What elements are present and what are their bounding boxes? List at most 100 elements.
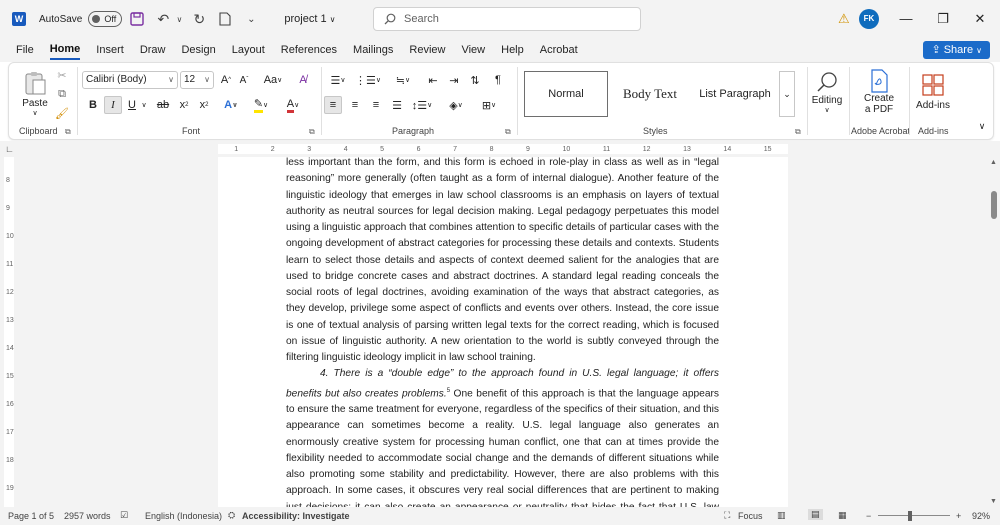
tab-references[interactable]: References — [281, 41, 337, 59]
minimize-icon[interactable]: — — [896, 9, 916, 29]
style-body-text[interactable]: Body Text — [610, 71, 690, 117]
strikethrough-button[interactable]: ab — [155, 96, 171, 114]
styles-launcher-icon[interactable]: ⧉ — [795, 127, 801, 137]
tab-selector-icon[interactable]: ∟ — [5, 144, 14, 154]
show-formatting-icon[interactable]: ¶ — [490, 71, 506, 89]
cut-icon[interactable]: ✂ — [55, 68, 69, 82]
zoom-level[interactable]: 92% — [972, 511, 990, 521]
bullets-icon[interactable]: ☰ ∨ — [327, 71, 349, 89]
scroll-up-icon[interactable]: ▲ — [990, 159, 997, 166]
create-pdf-button[interactable]: Create a PDF — [857, 65, 901, 119]
text-effects-icon[interactable]: A ∨ — [221, 96, 241, 114]
paste-button[interactable]: Paste ∨ — [17, 67, 53, 119]
tab-insert[interactable]: Insert — [96, 41, 124, 59]
tab-draw[interactable]: Draw — [140, 41, 166, 59]
justify-button[interactable]: ☰ — [388, 96, 406, 114]
scroll-thumb[interactable] — [991, 191, 997, 219]
close-icon[interactable]: ✕ — [970, 9, 990, 29]
search-box[interactable]: Search — [373, 7, 641, 31]
decrease-indent-icon[interactable]: ⇤ — [425, 71, 441, 89]
highlight-color-icon[interactable]: ✎ ∨ — [249, 96, 273, 114]
format-painter-icon[interactable]: 🖌 — [55, 106, 69, 120]
zoom-in-icon[interactable]: + — [956, 511, 961, 521]
focus-mode[interactable]: Focus — [738, 511, 763, 521]
borders-icon[interactable]: ⊞ ∨ — [477, 96, 501, 114]
vertical-scrollbar[interactable]: ▲ ▼ — [988, 157, 1000, 507]
proofing-icon[interactable]: ☑ — [120, 510, 128, 521]
save-icon[interactable] — [126, 8, 148, 30]
bold-button[interactable]: B — [85, 96, 101, 114]
word-count[interactable]: 2957 words — [64, 511, 111, 521]
shading-icon[interactable]: ◈ ∨ — [445, 96, 467, 114]
shrink-font-icon[interactable]: Aˇ — [236, 71, 252, 89]
numbering-icon[interactable]: ⋮☰ ∨ — [355, 71, 381, 89]
customize-qat-icon[interactable]: ⌄ — [240, 8, 262, 30]
style-list-paragraph[interactable]: List Paragraph — [692, 71, 778, 117]
styles-more-button[interactable]: ⌄ — [779, 71, 795, 117]
editing-button[interactable]: Editing ∨ — [809, 65, 845, 119]
restore-icon[interactable]: ❐ — [933, 9, 953, 29]
document-page[interactable]: less important than the form, and this f… — [218, 157, 788, 507]
redo-icon[interactable]: ↻ — [188, 8, 210, 30]
tab-home[interactable]: Home — [49, 40, 81, 60]
change-case-icon[interactable]: Aa ∨ — [259, 71, 287, 89]
align-right-button[interactable]: ≡ — [367, 96, 385, 114]
tab-design[interactable]: Design — [181, 41, 215, 59]
template-icon[interactable] — [214, 8, 236, 30]
paragraph-1[interactable]: less important than the form, and this f… — [286, 157, 719, 366]
language[interactable]: English (Indonesia) — [145, 511, 222, 521]
horizontal-ruler[interactable]: 1 2 3 4 5 6 7 8 9 10 11 12 13 14 15 — [218, 144, 788, 154]
superscript-button[interactable]: x2 — [197, 96, 211, 114]
accessibility-status[interactable]: Accessibility: Investigate — [242, 511, 350, 521]
paragraph-launcher-icon[interactable]: ⧉ — [505, 127, 511, 137]
italic-button[interactable]: I — [104, 96, 122, 114]
warning-icon[interactable]: ⚠ — [838, 11, 850, 27]
grow-font-icon[interactable]: A ^ — [218, 71, 234, 89]
read-mode-icon[interactable]: ▥ — [777, 510, 786, 521]
tab-help[interactable]: Help — [501, 41, 524, 59]
font-name-select[interactable]: Calibri (Body) ∨ — [82, 71, 178, 89]
tab-file[interactable]: File — [16, 41, 34, 59]
copy-icon[interactable]: ⧉ — [55, 87, 69, 101]
clipboard-launcher-icon[interactable]: ⧉ — [65, 127, 71, 137]
line-spacing-icon[interactable]: ↕☰ ∨ — [410, 96, 434, 114]
tab-layout[interactable]: Layout — [232, 41, 265, 59]
tab-mailings[interactable]: Mailings — [353, 41, 393, 59]
clear-formatting-icon[interactable]: A̸ — [295, 71, 311, 89]
zoom-out-icon[interactable]: − — [866, 511, 871, 521]
tab-view[interactable]: View — [461, 41, 485, 59]
collapse-ribbon-icon[interactable]: ∨ — [975, 119, 989, 133]
align-left-button[interactable]: ≡ — [324, 96, 342, 114]
vertical-ruler[interactable]: 8 9 10 11 12 13 14 15 16 17 18 19 — [4, 157, 14, 507]
paragraph-2[interactable]: 4. There is a “double edge” to the appro… — [286, 366, 719, 507]
tab-acrobat[interactable]: Acrobat — [540, 41, 578, 59]
underline-dropdown-icon[interactable]: ∨ — [140, 96, 148, 114]
sort-icon[interactable]: ⇅ — [467, 71, 483, 89]
web-layout-icon[interactable]: ▦ — [838, 510, 847, 521]
title-chevron-icon: ∨ — [329, 15, 336, 24]
zoom-slider[interactable] — [878, 515, 950, 516]
print-layout-icon[interactable]: ▤ — [808, 509, 823, 520]
tab-review[interactable]: Review — [409, 41, 445, 59]
undo-dropdown-icon[interactable]: ∨ — [174, 8, 184, 30]
document-title[interactable]: project 1 ∨ — [284, 13, 335, 25]
scroll-down-icon[interactable]: ▼ — [990, 498, 997, 505]
document-body[interactable]: less important than the form, and this f… — [286, 157, 719, 507]
share-button[interactable]: ⇪ Share ∨ — [923, 41, 990, 59]
align-center-button[interactable]: ≡ — [346, 96, 364, 114]
multilevel-list-icon[interactable]: ≒ ∨ — [391, 71, 415, 89]
font-size-select[interactable]: 12 ∨ — [180, 71, 214, 89]
font-color-icon[interactable]: A ∨ — [281, 96, 305, 114]
autosave-toggle[interactable]: Off — [88, 11, 123, 27]
zoom-slider-thumb[interactable] — [908, 511, 912, 521]
subscript-button[interactable]: x2 — [177, 96, 191, 114]
font-launcher-icon[interactable]: ⧉ — [309, 127, 315, 137]
page-count[interactable]: Page 1 of 5 — [8, 511, 54, 521]
underline-button[interactable]: U — [125, 96, 139, 114]
avatar[interactable]: FK — [859, 9, 879, 29]
font-name-value: Calibri (Body) — [86, 74, 147, 85]
style-normal[interactable]: Normal — [524, 71, 608, 117]
increase-indent-icon[interactable]: ⇥ — [446, 71, 462, 89]
add-ins-button[interactable]: Add-ins — [913, 65, 953, 119]
undo-icon[interactable]: ↶ — [152, 8, 174, 30]
